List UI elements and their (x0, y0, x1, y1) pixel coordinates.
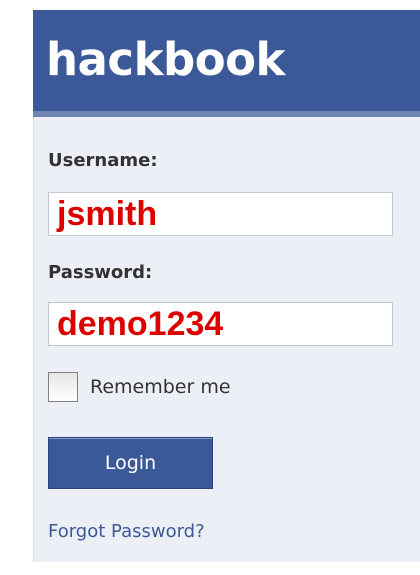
password-field[interactable]: demo1234 (48, 302, 393, 346)
password-label: Password: (48, 262, 153, 283)
password-value: demo1234 (57, 305, 224, 343)
site-header: hackbook (33, 10, 420, 117)
username-value: jsmith (57, 195, 158, 233)
username-field[interactable]: jsmith (48, 192, 393, 236)
remember-me-checkbox[interactable] (48, 372, 78, 402)
remember-me-label[interactable]: Remember me (90, 378, 231, 397)
page: hackbook Username: jsmith Password: demo… (0, 0, 420, 575)
username-label: Username: (48, 150, 158, 171)
forgot-password-link[interactable]: Forgot Password? (48, 523, 205, 541)
brand-logo: hackbook (46, 33, 285, 86)
login-button[interactable]: Login (48, 437, 213, 489)
